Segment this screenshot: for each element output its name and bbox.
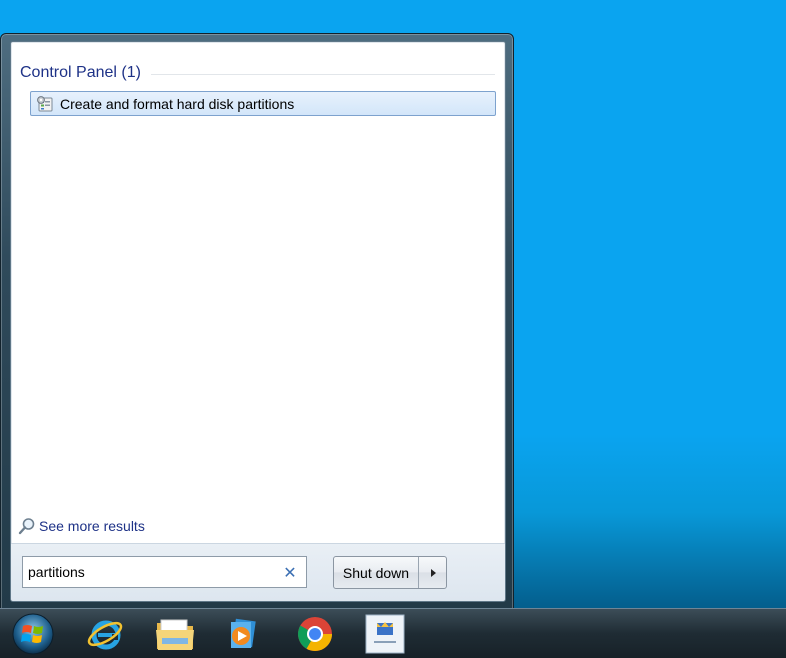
media-player-icon <box>231 618 256 648</box>
shutdown-button-group: Shut down <box>333 556 447 589</box>
search-result-item[interactable]: Create and format hard disk partitions <box>30 91 496 116</box>
clear-search-icon[interactable]: ✕ <box>282 563 298 582</box>
media-player[interactable] <box>218 612 262 656</box>
internet-explorer-icon <box>87 620 123 650</box>
shutdown-button[interactable]: Shut down <box>334 557 419 588</box>
start-menu: Control Panel (1) Create and format hard… <box>0 33 514 610</box>
folder-icon <box>156 619 194 650</box>
windows-explorer[interactable] <box>153 612 197 656</box>
see-more-label: See more results <box>39 518 145 534</box>
app-icon <box>365 614 405 654</box>
taskbar <box>0 608 786 658</box>
control-panel-tool-icon <box>37 95 53 111</box>
start-orb[interactable] <box>11 612 55 656</box>
search-results-pane: Control Panel (1) Create and format hard… <box>10 41 506 602</box>
search-input-value[interactable]: partitions <box>28 564 282 580</box>
result-label: Create and format hard disk partitions <box>60 95 295 112</box>
google-chrome[interactable] <box>293 612 337 656</box>
result-group-header: Control Panel (1) <box>20 62 495 84</box>
internet-explorer[interactable] <box>83 612 127 656</box>
intel-app[interactable] <box>363 612 407 656</box>
magnifier-icon <box>18 518 35 535</box>
windows-logo-icon <box>12 613 54 655</box>
triangle-right-icon <box>430 568 436 577</box>
group-divider <box>150 73 495 75</box>
group-title[interactable]: Control Panel (1) <box>20 64 141 82</box>
search-input[interactable]: partitions ✕ <box>22 556 307 588</box>
see-more-results-link[interactable]: See more results <box>18 516 145 536</box>
shutdown-options-button[interactable] <box>419 557 446 588</box>
chrome-icon <box>298 617 332 651</box>
